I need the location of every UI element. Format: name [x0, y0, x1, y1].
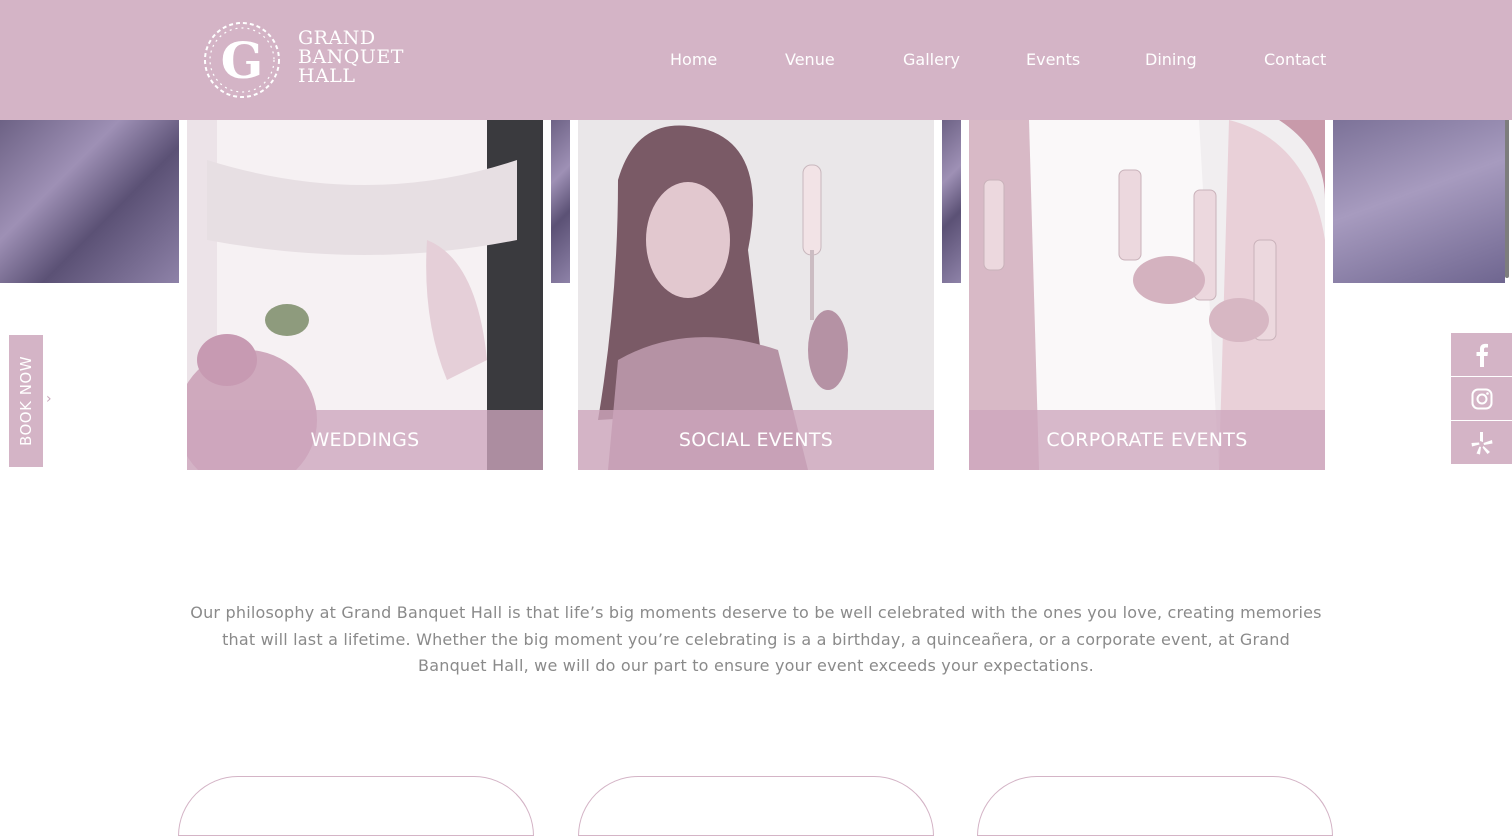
site-header: G GRAND BANQUET HALL Home Venue Gallery …	[0, 0, 1512, 120]
card-label-weddings: WEDDINGS	[187, 410, 543, 470]
chevron-right-icon[interactable]: ›	[46, 391, 52, 407]
nav-dining[interactable]: Dining	[1145, 50, 1197, 69]
logo-line-hall: HALL	[298, 65, 356, 87]
philosophy-paragraph: Our philosophy at Grand Banquet Hall is …	[190, 603, 1322, 675]
instagram-icon	[1471, 388, 1492, 409]
card-label-social-events: SOCIAL EVENTS	[578, 410, 934, 470]
nav-venue[interactable]: Venue	[785, 50, 835, 69]
hero-background-image	[942, 120, 961, 283]
hero-background-image	[551, 120, 570, 283]
feature-card-outline	[178, 776, 534, 836]
nav-home[interactable]: Home	[670, 50, 717, 69]
hero-background-image	[1333, 120, 1505, 283]
scrollbar-thumb[interactable]	[1505, 100, 1509, 278]
laurel-wreath-icon: G	[204, 22, 280, 98]
book-now-label: BOOK NOW	[17, 355, 35, 447]
nav-gallery[interactable]: Gallery	[903, 50, 960, 69]
facebook-icon	[1476, 343, 1488, 367]
hero-background-image	[0, 120, 179, 283]
feature-card-outline	[977, 776, 1333, 836]
feature-card-outline	[578, 776, 934, 836]
logo-text: GRAND BANQUET HALL	[298, 29, 404, 86]
card-label-corporate-events: CORPORATE EVENTS	[969, 410, 1325, 470]
logo[interactable]: G GRAND BANQUET HALL	[200, 18, 403, 102]
logo-monogram: G	[221, 31, 264, 90]
yelp-icon	[1471, 431, 1492, 454]
card-weddings[interactable]: WEDDINGS	[187, 120, 543, 470]
card-corporate-events[interactable]: CORPORATE EVENTS	[969, 120, 1325, 470]
book-now-tab[interactable]: BOOK NOW	[9, 335, 43, 467]
card-social-events[interactable]: SOCIAL EVENTS	[578, 120, 934, 470]
nav-events[interactable]: Events	[1026, 50, 1080, 69]
nav-contact[interactable]: Contact	[1264, 50, 1326, 69]
